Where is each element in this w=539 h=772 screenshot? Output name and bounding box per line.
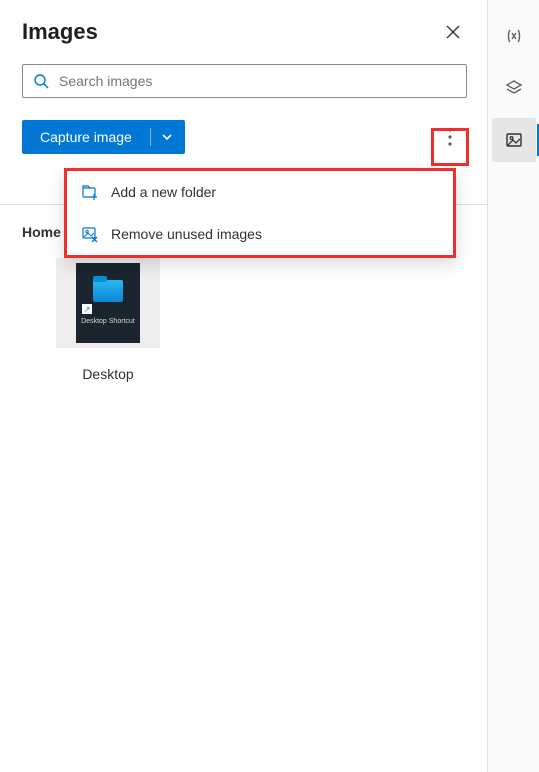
close-icon: [446, 25, 460, 39]
action-row: Capture image: [22, 120, 467, 154]
button-divider: [150, 128, 151, 146]
chevron-down-icon: [161, 131, 173, 143]
thumbnail-caption: Desktop Shortcut: [81, 318, 135, 326]
capture-image-button[interactable]: Capture image: [22, 120, 185, 154]
capture-image-chevron[interactable]: [155, 131, 185, 143]
more-actions-menu: Add a new folder Remove unused images: [64, 168, 456, 258]
menu-item-label: Remove unused images: [111, 226, 262, 242]
search-icon: [33, 73, 49, 89]
menu-item-remove-unused[interactable]: Remove unused images: [67, 213, 453, 255]
add-folder-icon: [81, 183, 99, 201]
close-button[interactable]: [439, 18, 467, 46]
more-vertical-icon: [448, 128, 452, 146]
shortcut-badge-icon: ↗: [82, 304, 92, 314]
images-panel: Images Capture image: [0, 0, 487, 772]
image-icon: [504, 130, 524, 150]
rail-ui-elements-button[interactable]: [492, 66, 536, 110]
images-grid: ↗ Desktop Shortcut Desktop: [56, 258, 160, 382]
image-item-label: Desktop: [56, 366, 160, 382]
thumbnail-preview: ↗ Desktop Shortcut: [76, 263, 140, 343]
variables-icon: [504, 26, 524, 46]
image-item[interactable]: ↗ Desktop Shortcut Desktop: [56, 258, 160, 382]
capture-image-label: Capture image: [22, 129, 146, 145]
remove-image-icon: [81, 225, 99, 243]
search-box[interactable]: [22, 64, 467, 98]
folder-icon: [93, 280, 123, 302]
image-thumbnail[interactable]: ↗ Desktop Shortcut: [56, 258, 160, 348]
layers-icon: [504, 78, 524, 98]
search-input[interactable]: [57, 72, 456, 90]
panel-title: Images: [22, 19, 98, 45]
more-actions-button[interactable]: [433, 120, 467, 154]
rail-images-button[interactable]: [492, 118, 536, 162]
panel-header: Images: [22, 18, 467, 46]
breadcrumb[interactable]: Home: [22, 224, 61, 240]
rail-variables-button[interactable]: [492, 14, 536, 58]
menu-item-label: Add a new folder: [111, 184, 216, 200]
right-rail: [487, 0, 539, 772]
menu-item-add-folder[interactable]: Add a new folder: [67, 171, 453, 213]
